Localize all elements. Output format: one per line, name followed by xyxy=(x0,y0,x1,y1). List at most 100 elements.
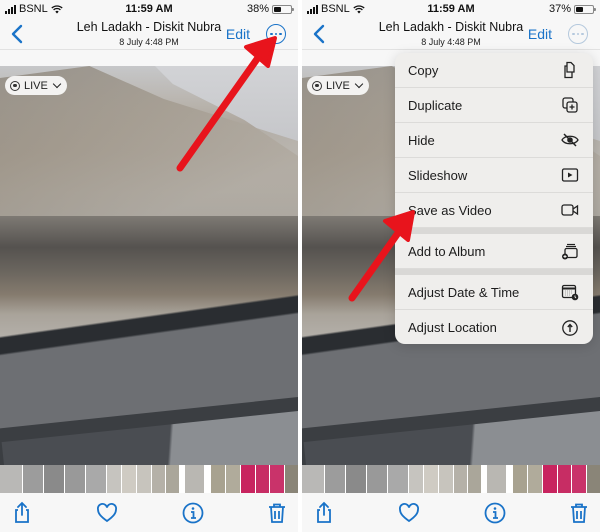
menu-item-hide[interactable]: Hide xyxy=(395,123,593,158)
menu-item-label: Hide xyxy=(408,132,435,148)
battery-icon xyxy=(574,4,596,14)
thumbnail[interactable] xyxy=(367,465,387,493)
copy-icon xyxy=(564,61,575,79)
info-icon[interactable] xyxy=(181,501,205,525)
thumbnail[interactable] xyxy=(487,465,506,493)
album-title: Leh Ladakh - Diskit Nubra xyxy=(378,20,524,34)
chevron-down-icon xyxy=(354,79,364,88)
ellipsis-circle-icon[interactable] xyxy=(266,24,286,44)
thumbnail[interactable] xyxy=(211,465,225,493)
battery-percent: 37% xyxy=(548,3,571,15)
live-badge[interactable]: LIVE xyxy=(307,76,369,95)
menu-item-adjust-location[interactable]: Adjust Location xyxy=(395,310,593,344)
thumbnail[interactable] xyxy=(325,465,345,493)
menu-item-add-to-album[interactable]: Add to Album xyxy=(395,234,593,269)
thumbnail[interactable] xyxy=(185,465,204,493)
thumbnail[interactable] xyxy=(65,465,85,493)
trash-icon[interactable] xyxy=(567,501,591,525)
thumbnail[interactable] xyxy=(270,465,284,493)
thumbnail[interactable] xyxy=(558,465,571,493)
thumbnail[interactable] xyxy=(122,465,136,493)
live-label: LIVE xyxy=(326,79,350,92)
status-bar: BSNL 11:59 AM 37% xyxy=(302,0,600,18)
info-icon[interactable] xyxy=(483,501,507,525)
battery-percent: 38% xyxy=(246,3,269,15)
thumbnail[interactable] xyxy=(226,465,240,493)
thumbnail[interactable] xyxy=(528,465,542,493)
left-screen: BSNL 11:59 AM 38% Leh Ladakh - Diskit Nu… xyxy=(0,0,298,532)
thumbnail[interactable] xyxy=(468,465,481,493)
chevron-down-icon xyxy=(52,79,62,88)
thumbnail[interactable] xyxy=(44,465,64,493)
thumbnail[interactable] xyxy=(587,465,600,493)
album-title: Leh Ladakh - Diskit Nubra xyxy=(76,20,222,34)
thumbnail[interactable] xyxy=(152,465,165,493)
photo-date: 8 July 4:48 PM xyxy=(119,37,179,47)
heart-icon[interactable] xyxy=(95,501,119,525)
thumbnail[interactable] xyxy=(439,465,453,493)
thumbnail[interactable] xyxy=(454,465,467,493)
battery-icon xyxy=(272,4,294,14)
thumbnail[interactable] xyxy=(241,465,255,493)
thumbnail[interactable] xyxy=(86,465,106,493)
thumbnail-strip[interactable] xyxy=(0,465,298,493)
bottom-toolbar xyxy=(0,493,298,532)
thumbnail[interactable] xyxy=(137,465,151,493)
thumbnail[interactable] xyxy=(166,465,179,493)
duplicate-icon xyxy=(562,97,578,113)
share-icon[interactable] xyxy=(312,501,336,525)
menu-item-save-as-video[interactable]: Save as Video xyxy=(395,193,593,228)
thumbnail[interactable] xyxy=(572,465,586,493)
menu-item-slideshow[interactable]: Slideshow xyxy=(395,158,593,193)
thumbnail[interactable] xyxy=(107,465,121,493)
edit-button[interactable]: Edit xyxy=(528,26,552,42)
thumbnail[interactable] xyxy=(388,465,408,493)
thumbnail[interactable] xyxy=(0,465,22,493)
thumbnail[interactable] xyxy=(507,465,512,493)
bottom-toolbar xyxy=(302,493,600,532)
live-badge[interactable]: LIVE xyxy=(5,76,67,95)
thumbnail[interactable] xyxy=(346,465,366,493)
thumbnail[interactable] xyxy=(543,465,557,493)
live-label: LIVE xyxy=(24,79,48,92)
menu-item-label: Adjust Location xyxy=(408,320,497,335)
menu-item-label: Add to Album xyxy=(408,243,486,259)
photo-date: 8 July 4:48 PM xyxy=(421,37,481,47)
trash-icon[interactable] xyxy=(265,501,289,525)
thumbnail[interactable] xyxy=(482,465,486,493)
ellipsis-circle-icon[interactable] xyxy=(568,24,588,44)
thumbnail[interactable] xyxy=(256,465,269,493)
eye-slash-icon xyxy=(561,133,579,147)
thumbnail[interactable] xyxy=(409,465,423,493)
thumbnail[interactable] xyxy=(180,465,184,493)
calendar-clock-icon xyxy=(561,284,579,301)
edit-button[interactable]: Edit xyxy=(226,26,250,42)
menu-item-duplicate[interactable]: Duplicate xyxy=(395,88,593,123)
thumbnail[interactable] xyxy=(285,465,298,493)
nav-bar: Leh Ladakh - Diskit Nubra 8 July 4:48 PM… xyxy=(0,18,298,50)
play-rectangle-icon xyxy=(561,168,579,182)
share-icon[interactable] xyxy=(10,501,34,525)
thumbnail[interactable] xyxy=(23,465,43,493)
add-to-album-icon xyxy=(562,243,578,260)
menu-item-label: Adjust Date & Time xyxy=(408,284,520,300)
photo-actions-menu: Copy Duplicate Hide Slideshow Save as Vi… xyxy=(395,53,593,344)
menu-item-copy[interactable]: Copy xyxy=(395,53,593,88)
nav-bar: Leh Ladakh - Diskit Nubra 8 July 4:48 PM… xyxy=(302,18,600,50)
thumbnail-strip[interactable] xyxy=(302,465,600,493)
thumbnail[interactable] xyxy=(513,465,527,493)
thumbnail[interactable] xyxy=(424,465,438,493)
menu-item-label: Save as Video xyxy=(408,202,492,218)
photo-view[interactable] xyxy=(0,66,298,509)
thumbnail[interactable] xyxy=(205,465,210,493)
live-photo-icon xyxy=(312,80,322,91)
location-info-icon xyxy=(562,319,578,336)
heart-icon[interactable] xyxy=(397,501,421,525)
video-camera-icon xyxy=(561,204,579,216)
menu-item-adjust-date-time[interactable]: Adjust Date & Time xyxy=(395,275,593,310)
thumbnail[interactable] xyxy=(302,465,324,493)
menu-item-label: Copy xyxy=(408,62,439,78)
menu-item-label: Duplicate xyxy=(408,97,463,113)
status-bar: BSNL 11:59 AM 38% xyxy=(0,0,298,18)
live-photo-icon xyxy=(10,80,20,91)
